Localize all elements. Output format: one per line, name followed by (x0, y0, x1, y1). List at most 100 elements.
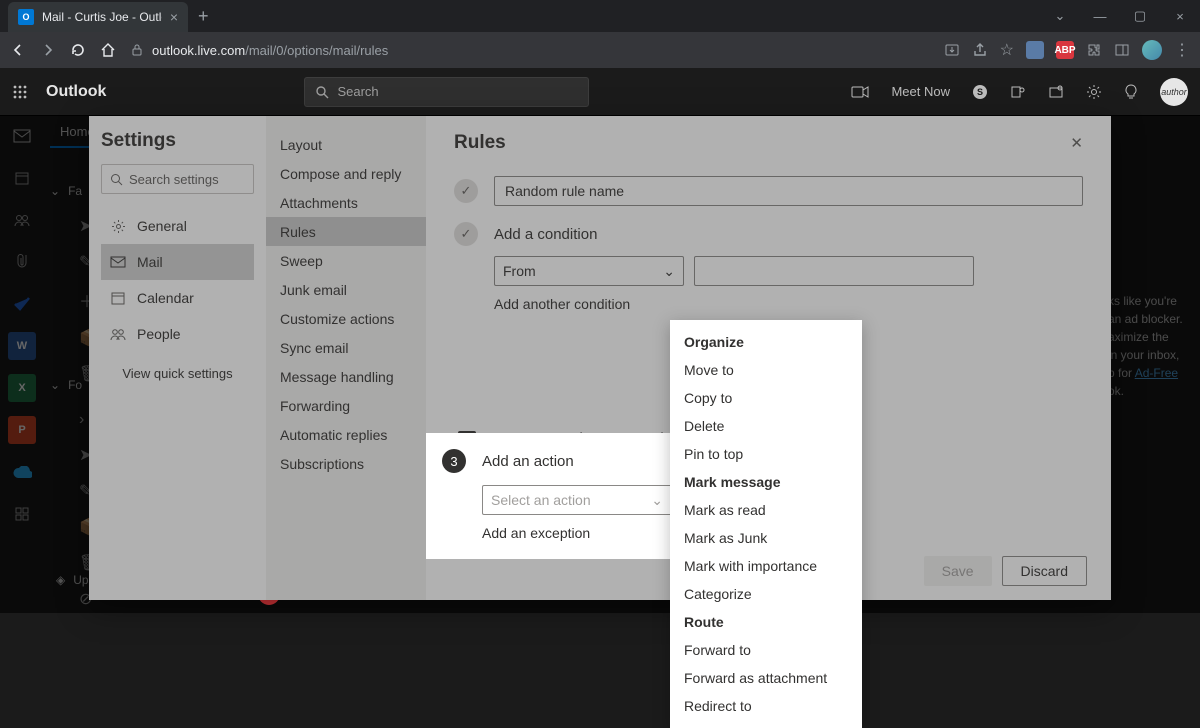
add-action-section: 3 Add an action Select an action ⌄ Add a… (426, 433, 672, 559)
minimize-button[interactable]: — (1080, 0, 1120, 32)
more-apps-rail-icon[interactable] (8, 500, 36, 528)
reload-button[interactable] (70, 42, 86, 58)
tips-bulb-icon[interactable] (1124, 84, 1138, 100)
ad-free-link[interactable]: Ad-Free (1135, 366, 1178, 380)
settings-nav-people[interactable]: People (101, 316, 254, 352)
files-rail-icon[interactable] (8, 248, 36, 276)
close-tab-icon[interactable]: × (170, 9, 178, 25)
step1-badge: ✓ (454, 179, 478, 203)
mail-sub-compose[interactable]: Compose and reply (266, 159, 426, 188)
save-button[interactable]: Save (924, 556, 992, 586)
profile-button[interactable]: author (1160, 78, 1188, 106)
todo-rail-icon[interactable] (8, 290, 36, 318)
svg-text:S: S (977, 87, 983, 97)
dd-forward-attachment[interactable]: Forward as attachment (670, 664, 862, 692)
mail-sub-subscriptions[interactable]: Subscriptions (266, 449, 426, 478)
people-icon (109, 328, 127, 341)
chevron-down-icon[interactable]: ⌄ (1040, 0, 1080, 32)
lock-icon (130, 43, 144, 57)
rules-title: Rules (454, 132, 506, 154)
dd-delete[interactable]: Delete (670, 412, 862, 440)
chrome-menu-icon[interactable]: ⋮ (1174, 40, 1190, 60)
word-rail-icon[interactable]: W (8, 332, 36, 360)
rule-name-input[interactable] (494, 176, 1083, 206)
view-quick-settings-link[interactable]: View quick settings (101, 366, 254, 381)
mail-rail-icon[interactable] (8, 122, 36, 150)
dd-mark-read[interactable]: Mark as read (670, 496, 862, 524)
dd-mark-junk[interactable]: Mark as Junk (670, 524, 862, 552)
forward-button[interactable] (40, 42, 56, 58)
folders-section[interactable]: ⌄Fo (50, 378, 82, 392)
dd-header-organize: Organize (670, 328, 862, 356)
brand-label[interactable]: Outlook (46, 83, 106, 101)
dd-copy-to[interactable]: Copy to (670, 384, 862, 412)
settings-nav-general[interactable]: General (101, 208, 254, 244)
condition-type-select[interactable]: From ⌄ (494, 256, 684, 286)
chevron-down-icon: ⌄ (663, 263, 675, 280)
mail-sub-sync[interactable]: Sync email (266, 333, 426, 362)
app-launcher-icon[interactable] (12, 84, 28, 100)
sidepanel-icon[interactable] (1114, 42, 1130, 58)
excel-rail-icon[interactable]: X (8, 374, 36, 402)
calendar-rail-icon[interactable] (8, 164, 36, 192)
discard-button[interactable]: Discard (1002, 556, 1087, 586)
condition-value-input[interactable] (694, 256, 974, 286)
mail-sub-sweep[interactable]: Sweep (266, 246, 426, 275)
search-settings-input[interactable]: Search settings (101, 164, 254, 194)
close-window-button[interactable]: × (1160, 0, 1200, 32)
settings-nav-calendar[interactable]: Calendar (101, 280, 254, 316)
onedrive-rail-icon[interactable] (8, 458, 36, 486)
mail-sub-junk[interactable]: Junk email (266, 275, 426, 304)
dd-move-to[interactable]: Move to (670, 356, 862, 384)
favorites-section[interactable]: ⌄Fa (50, 184, 82, 198)
adblock-icon[interactable]: ABP (1056, 41, 1074, 59)
mail-sub-customize[interactable]: Customize actions (266, 304, 426, 333)
tab-title: Mail - Curtis Joe - Outlook (42, 10, 162, 24)
dd-forward-to[interactable]: Forward to (670, 636, 862, 664)
mail-sub-rules[interactable]: Rules (266, 217, 426, 246)
add-exception-button[interactable]: Add an exception (482, 525, 590, 541)
home-button[interactable] (100, 42, 116, 58)
camera-icon[interactable] (851, 85, 869, 99)
select-action-dropdown[interactable]: Select an action ⌄ (482, 485, 672, 515)
outlook-new-icon[interactable] (1048, 84, 1064, 100)
meet-now-button[interactable]: Meet Now (891, 84, 950, 99)
dd-redirect-to[interactable]: Redirect to (670, 692, 862, 720)
search-input[interactable]: Search (304, 77, 589, 107)
add-another-condition-button[interactable]: Add another condition (494, 296, 630, 312)
mail-sub-auto-replies[interactable]: Automatic replies (266, 420, 426, 449)
skype-icon[interactable]: S (972, 84, 988, 100)
upgrade-link[interactable]: ◈ Up (56, 573, 89, 587)
maximize-button[interactable]: ▢ (1120, 0, 1160, 32)
teams-icon[interactable] (1010, 84, 1026, 100)
extensions-puzzle-icon[interactable] (1086, 42, 1102, 58)
search-placeholder: Search (337, 84, 378, 99)
back-button[interactable] (10, 42, 26, 58)
share-icon[interactable] (972, 42, 988, 58)
mail-sub-layout[interactable]: Layout (266, 130, 426, 159)
outlook-favicon-icon: O (18, 9, 34, 25)
settings-nav-mail[interactable]: Mail (101, 244, 254, 280)
browser-tab[interactable]: O Mail - Curtis Joe - Outlook × (8, 2, 188, 32)
dd-categorize[interactable]: Categorize (670, 580, 862, 608)
profile-avatar-icon[interactable] (1142, 40, 1162, 60)
dd-pin-to-top[interactable]: Pin to top (670, 440, 862, 468)
mail-sub-message-handling[interactable]: Message handling (266, 362, 426, 391)
address-bar[interactable]: outlook.live.com/mail/0/options/mail/rul… (130, 43, 930, 58)
dd-mark-importance[interactable]: Mark with importance (670, 552, 862, 580)
mail-sub-forwarding[interactable]: Forwarding (266, 391, 426, 420)
add-condition-label: Add a condition (494, 226, 597, 243)
mail-sub-attachments[interactable]: Attachments (266, 188, 426, 217)
people-rail-icon[interactable] (8, 206, 36, 234)
extension-icon[interactable] (1026, 41, 1044, 59)
settings-gear-icon[interactable] (1086, 84, 1102, 100)
search-icon (315, 85, 329, 99)
new-tab-button[interactable]: + (198, 6, 209, 27)
chevron-down-icon: ⌄ (651, 492, 663, 509)
powerpoint-rail-icon[interactable]: P (8, 416, 36, 444)
action-dropdown-menu: Organize Move to Copy to Delete Pin to t… (670, 320, 862, 728)
close-settings-button[interactable]: ✕ (1070, 134, 1083, 152)
mail-icon (109, 256, 127, 268)
install-app-icon[interactable] (944, 42, 960, 58)
bookmark-star-icon[interactable]: ☆ (1000, 40, 1014, 60)
